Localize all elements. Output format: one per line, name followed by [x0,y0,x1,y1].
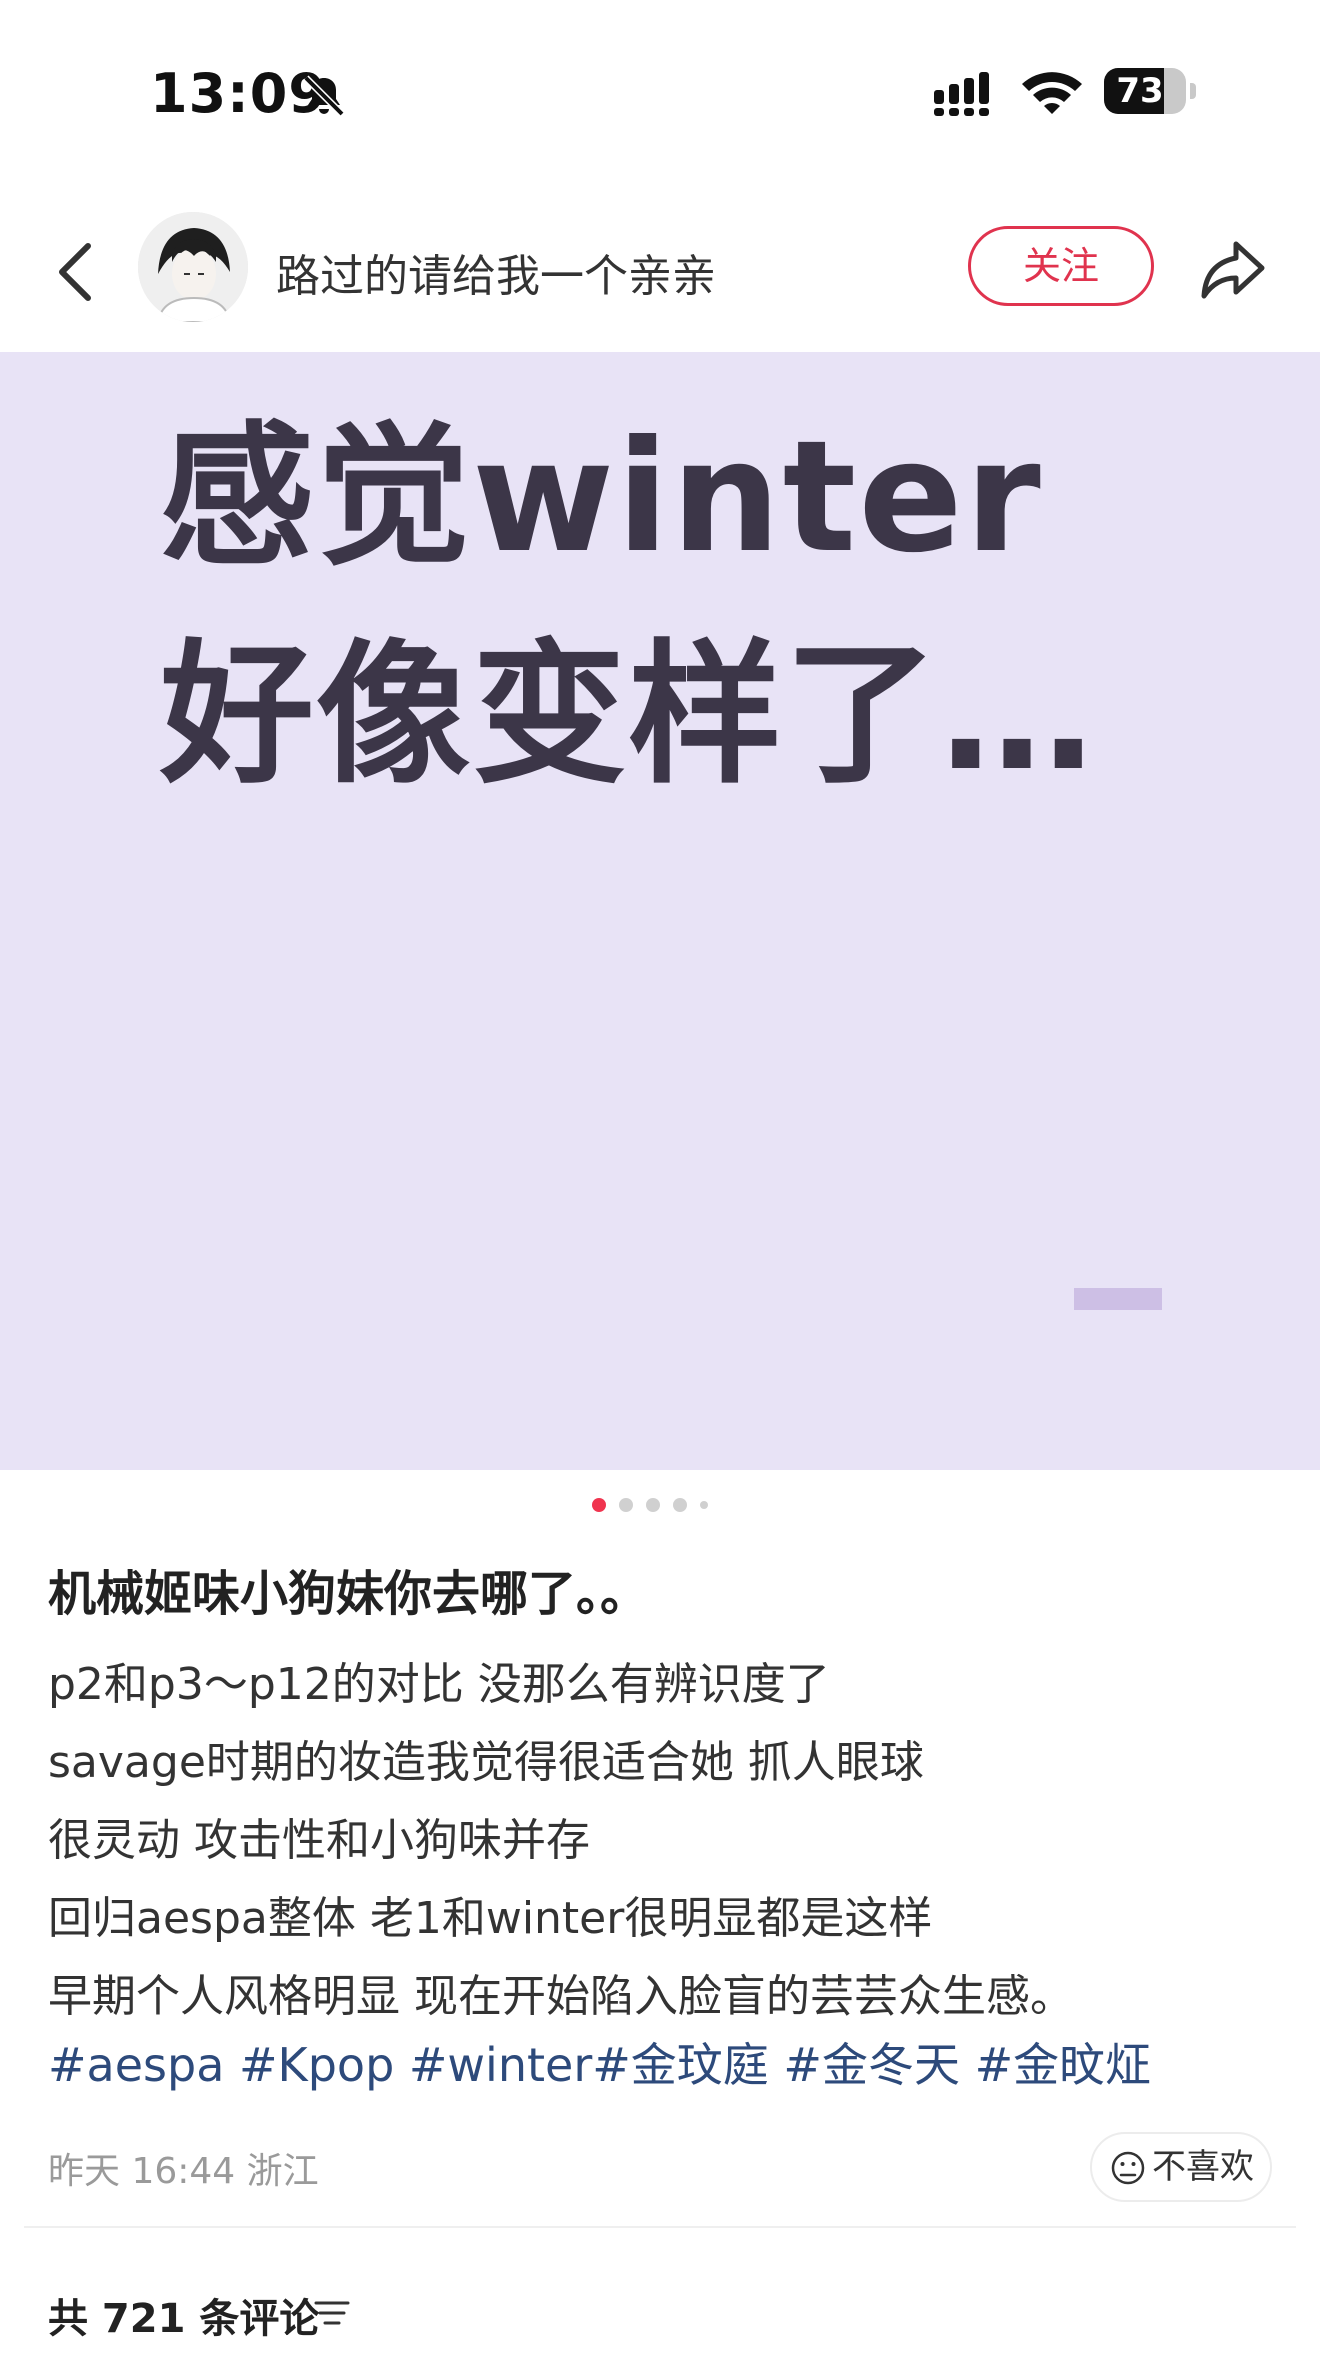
back-button[interactable] [48,232,104,312]
dislike-label: 不喜欢 [1152,2147,1254,2187]
post-body: p2和p3～p12的对比 没那么有辨识度了 savage时期的妆造我觉得很适合她… [48,1646,1278,2036]
avatar-image [138,212,248,322]
dislike-button[interactable]: 不喜欢 [1090,2132,1272,2202]
hashtag-list: #aespa #Kpop #winter#金玟庭 #金冬天 #金旼炡 [48,2030,1151,2100]
hashtag-link[interactable]: #winter#金玟庭 [409,2038,769,2092]
status-bar: 13:09 73 [0,0,1320,200]
hashtag-link[interactable]: #aespa [48,2038,224,2092]
hashtag-link[interactable]: #Kpop [239,2038,394,2092]
divider [24,2226,1296,2228]
image-text-line-1: 感觉winter [160,408,1043,587]
post-title: 机械姬味小狗妹你去哪了。。 [48,1566,649,1622]
follow-button[interactable]: 关注 [968,226,1154,306]
post-body-line: 早期个人风格明显 现在开始陷入脸盲的芸芸众生感。 [48,1971,1074,2022]
author-name[interactable]: 路过的请给我一个亲亲 [276,240,716,304]
pagination-dot [619,1498,633,1512]
pagination-dot [673,1498,687,1512]
signal-icon [934,72,989,116]
post-body-line: 很灵动 攻击性和小狗味并存 [48,1815,590,1866]
frown-face-icon [1111,2151,1145,2185]
comment-count: 共 721 条评论 [48,2296,320,2342]
battery-label: 73 [1116,71,1164,111]
post-body-line: savage时期的妆造我觉得很适合她 抓人眼球 [48,1737,924,1788]
post-image[interactable]: 感觉winter 好像变样了… [0,352,1320,1470]
pagination-dot [646,1498,660,1512]
sort-lines-icon[interactable] [314,2298,350,2328]
image-text-line-2: 好像变样了… [160,626,1097,805]
post-date-location: 昨天 16:44 浙江 [48,2151,319,2192]
post-body-line: 回归aespa整体 老1和winter很明显都是这样 [48,1893,933,1944]
hashtag-link[interactable]: #金冬天 [783,2038,960,2092]
bell-slash-icon [303,75,345,117]
pagination-dot [592,1498,606,1512]
battery-icon: 73 [1104,68,1196,118]
avatar[interactable] [138,212,248,322]
pagination-dot [700,1501,708,1509]
post-body-line: p2和p3～p12的对比 没那么有辨识度了 [48,1659,830,1710]
nav-header: 路过的请给我一个亲亲 关注 [0,200,1320,350]
wifi-icon [1022,72,1082,114]
share-arrow-icon[interactable] [1196,234,1268,306]
hashtag-link[interactable]: #金旼炡 [975,2038,1152,2092]
image-pagination [592,1498,732,1514]
image-decoration-bar [1074,1288,1162,1310]
